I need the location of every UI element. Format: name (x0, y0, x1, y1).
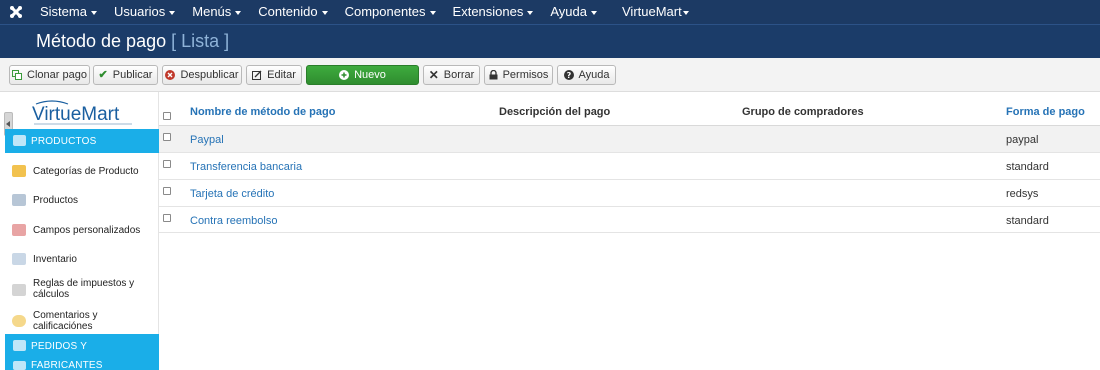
inventory-icon (12, 253, 26, 265)
products-icon (12, 194, 26, 206)
delete-button[interactable]: ✕ Borrar (423, 65, 480, 85)
table-row: Contra reembolso standard (159, 207, 1100, 233)
chevron-down-icon (591, 10, 597, 15)
menu-extensiones[interactable]: Extensiones (445, 0, 543, 24)
table-header: Nombre de método de pago Descripción del… (159, 92, 1100, 126)
payment-name-link[interactable]: Contra reembolso (190, 215, 277, 227)
new-button[interactable]: Nuevo (306, 65, 419, 85)
header-name[interactable]: Nombre de método de pago (190, 106, 335, 118)
svg-text:?: ? (566, 71, 571, 80)
payment-form: standard (1006, 161, 1049, 173)
menu-contenido[interactable]: Contenido (250, 0, 336, 24)
sidebar-section-fabricantes[interactable]: FABRICANTES (5, 358, 159, 370)
sidebar-item-categorias[interactable]: Categorías de Producto (5, 164, 159, 178)
payment-form: standard (1006, 215, 1049, 227)
menu-componentes[interactable]: Componentes (337, 0, 445, 24)
header-form[interactable]: Forma de pago (1006, 106, 1085, 118)
permissions-button[interactable]: Permisos (484, 65, 553, 85)
virtuemart-logo[interactable]: VirtueMart (32, 98, 142, 128)
circle-x-icon (165, 70, 176, 80)
comments-icon (12, 315, 26, 327)
table-row: Tarjeta de crédito redsys (159, 180, 1100, 207)
products-section-icon (13, 135, 26, 146)
header-description: Descripción del pago (499, 106, 611, 118)
row-checkbox[interactable] (163, 160, 171, 168)
unpublish-button[interactable]: Despublicar (162, 65, 242, 85)
chevron-down-icon (682, 10, 689, 15)
menu-usuarios[interactable]: Usuarios (106, 0, 184, 24)
menu-ayuda[interactable]: Ayuda (542, 0, 606, 24)
sidebar-item-campos[interactable]: Campos personalizados (5, 223, 159, 237)
chevron-down-icon (527, 10, 534, 15)
toolbar: Clonar pago ✔ Publicar Despublicar Edita… (0, 58, 1100, 92)
chevron-down-icon (235, 10, 242, 15)
sidebar: VirtueMart PRODUCTOS Categorías de Produ… (0, 92, 159, 370)
check-icon: ✔ (98, 68, 108, 81)
top-nav: Sistema Usuarios Menús Contenido Compone… (0, 0, 1100, 24)
sidebar-section-productos[interactable]: PRODUCTOS (5, 129, 159, 153)
menu-virtuemart[interactable]: VirtueMart (606, 0, 698, 24)
table-row: Transferencia bancaria standard (159, 153, 1100, 180)
sidebar-item-impuestos[interactable]: Reglas de impuestos y cálculos (5, 278, 159, 302)
payment-name-link[interactable]: Tarjeta de crédito (190, 188, 274, 200)
page-title: Método de pago [ Lista ] (36, 31, 230, 51)
sidebar-item-inventario[interactable]: Inventario (5, 252, 159, 266)
orders-section-icon (13, 340, 26, 351)
edit-icon (252, 70, 262, 80)
x-icon: ✕ (428, 68, 439, 82)
chevron-down-icon (90, 10, 97, 15)
menu-menus[interactable]: Menús (184, 0, 250, 24)
manufacturers-section-icon (13, 361, 26, 370)
custom-fields-icon (12, 224, 26, 236)
sidebar-item-comentarios[interactable]: Comentarios y calificaciónes (5, 310, 159, 332)
row-checkbox[interactable] (163, 214, 171, 222)
joomla-logo-icon[interactable] (0, 0, 32, 24)
clone-payment-button[interactable]: Clonar pago (9, 65, 90, 85)
svg-text:VirtueMart: VirtueMart (32, 104, 120, 125)
lock-icon (489, 70, 498, 80)
page-subtitle: [ Lista ] (171, 31, 230, 51)
sidebar-item-productos[interactable]: Productos (5, 193, 159, 207)
menu-sistema[interactable]: Sistema (32, 0, 106, 24)
row-checkbox[interactable] (163, 187, 171, 195)
row-checkbox[interactable] (163, 133, 171, 141)
table-row: Paypal paypal (159, 126, 1100, 153)
payment-form: paypal (1006, 134, 1039, 146)
payment-form: redsys (1006, 188, 1039, 200)
title-bar: Método de pago [ Lista ] (0, 24, 1100, 58)
payment-name-link[interactable]: Transferencia bancaria (190, 161, 302, 173)
help-button[interactable]: ? Ayuda (557, 65, 616, 85)
folder-icon (12, 165, 26, 177)
edit-button[interactable]: Editar (246, 65, 302, 85)
chevron-down-icon (321, 10, 328, 15)
chevron-down-icon (429, 10, 436, 15)
select-all-checkbox[interactable] (163, 112, 171, 120)
publish-button[interactable]: ✔ Publicar (93, 65, 158, 85)
calculator-icon (12, 284, 26, 296)
copy-icon (12, 70, 23, 80)
chevron-down-icon (169, 10, 176, 15)
plus-circle-icon (339, 70, 350, 80)
payment-name-link[interactable]: Paypal (190, 134, 224, 146)
question-icon: ? (563, 70, 574, 80)
sidebar-section-pedidos[interactable]: PEDIDOS Y (5, 334, 159, 358)
header-group: Grupo de compradores (742, 106, 864, 118)
